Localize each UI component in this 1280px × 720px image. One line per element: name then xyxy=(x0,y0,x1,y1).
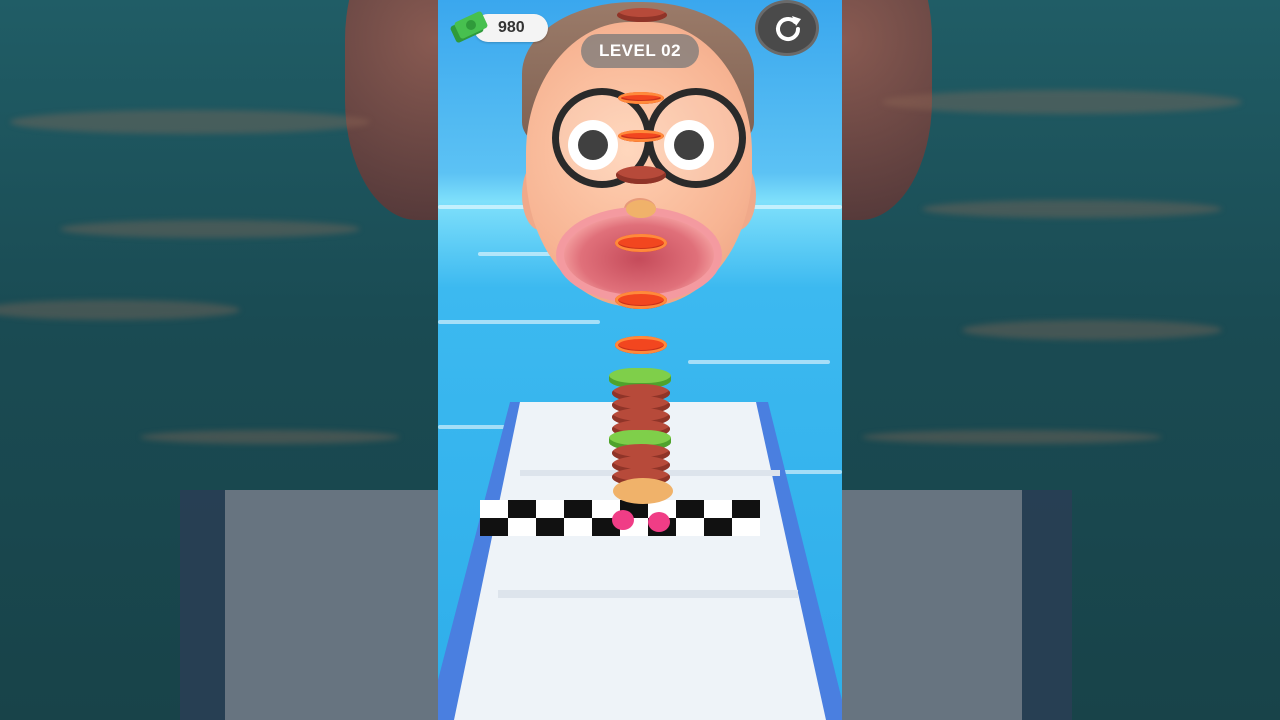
game-viewport[interactable] xyxy=(438,0,842,720)
level-indicator: LEVEL 02 xyxy=(581,34,699,68)
flying-bun xyxy=(626,200,656,218)
flying-patty xyxy=(617,8,667,22)
flying-tomato xyxy=(615,234,667,252)
flying-tomato xyxy=(618,92,664,104)
right-shoe xyxy=(648,512,670,532)
flying-tomato xyxy=(615,291,667,309)
cash-stack-icon xyxy=(450,11,488,43)
open-mouth xyxy=(556,207,722,303)
flying-tomato xyxy=(618,130,664,142)
flying-tomato xyxy=(615,336,667,354)
player-body xyxy=(613,478,673,504)
restart-icon xyxy=(776,16,801,42)
blurred-backdrop-right xyxy=(842,0,1280,720)
money-value: 980 xyxy=(498,19,525,36)
blurred-face-left xyxy=(345,0,438,220)
blurred-backdrop-left xyxy=(0,0,438,720)
restart-button[interactable] xyxy=(755,0,819,56)
flying-patty xyxy=(616,166,666,184)
money-counter: 980 xyxy=(446,10,548,44)
left-shoe xyxy=(612,510,634,530)
blurred-face-right xyxy=(842,0,932,220)
